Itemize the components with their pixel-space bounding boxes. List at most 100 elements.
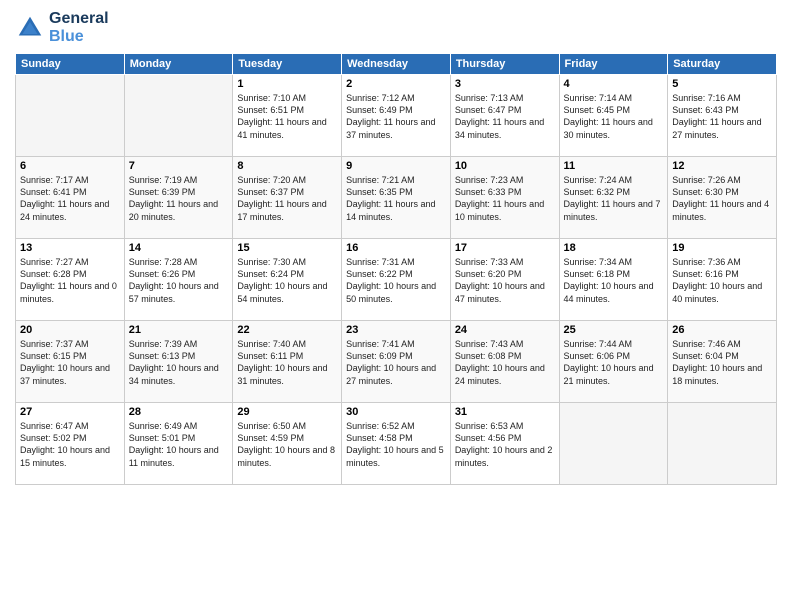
calendar-cell: 23 Sunrise: 7:41 AMSunset: 6:09 PMDayligh… [342,321,451,403]
week-row-1: 1Sunrise: 7:10 AMSunset: 6:51 PMDaylight… [16,75,777,157]
header: General Blue [15,10,777,45]
day-detail: Sunrise: 7:44 AMSunset: 6:06 PMDaylight:… [564,338,664,387]
calendar-cell [668,403,777,485]
day-number: 13 [20,242,120,254]
day-detail: Sunrise: 6:53 AMSunset: 4:56 PMDaylight:… [455,420,555,469]
weekday-header-wednesday: Wednesday [342,54,451,75]
day-number: 31 [455,406,555,418]
calendar-cell [124,75,233,157]
day-number: 14 [129,242,229,254]
calendar-cell: 18 Sunrise: 7:34 AMSunset: 6:18 PMDayligh… [559,239,668,321]
calendar-cell: 17 Sunrise: 7:33 AMSunset: 6:20 PMDayligh… [450,239,559,321]
day-detail: Sunrise: 7:23 AMSunset: 6:33 PMDaylight:… [455,174,555,223]
calendar-cell: 16Sunrise: 7:31 AMSunset: 6:22 PMDayligh… [342,239,451,321]
calendar-cell: 5 Sunrise: 7:16 AMSunset: 6:43 PMDaylight… [668,75,777,157]
day-detail: Sunrise: 7:24 AMSunset: 6:32 PMDaylight:… [564,174,664,223]
day-number: 30 [346,406,446,418]
day-detail: Sunrise: 7:41 AMSunset: 6:09 PMDaylight:… [346,338,446,387]
day-number: 22 [237,324,337,336]
day-detail: Sunrise: 7:16 AMSunset: 6:43 PMDaylight:… [672,92,772,141]
day-number: 6 [20,160,120,172]
day-detail: Sunrise: 7:12 AMSunset: 6:49 PMDaylight:… [346,92,446,141]
day-detail: Sunrise: 6:52 AMSunset: 4:58 PMDaylight:… [346,420,446,469]
day-detail: Sunrise: 7:13 AMSunset: 6:47 PMDaylight:… [455,92,555,141]
calendar-cell: 6 Sunrise: 7:17 AMSunset: 6:41 PMDaylight… [16,157,125,239]
day-number: 8 [237,160,337,172]
weekday-header-row: SundayMondayTuesdayWednesdayThursdayFrid… [16,54,777,75]
week-row-5: 27 Sunrise: 6:47 AMSunset: 5:02 PMDayligh… [16,403,777,485]
calendar-table: SundayMondayTuesdayWednesdayThursdayFrid… [15,53,777,485]
day-detail: Sunrise: 7:21 AMSunset: 6:35 PMDaylight:… [346,174,446,223]
calendar-cell: 31 Sunrise: 6:53 AMSunset: 4:56 PMDayligh… [450,403,559,485]
calendar-cell: 10Sunrise: 7:23 AMSunset: 6:33 PMDayligh… [450,157,559,239]
day-number: 7 [129,160,229,172]
page: General Blue SundayMondayTuesdayWednesda… [0,0,792,612]
weekday-header-sunday: Sunday [16,54,125,75]
day-number: 18 [564,242,664,254]
calendar-cell: 4Sunrise: 7:14 AMSunset: 6:45 PMDaylight… [559,75,668,157]
calendar-cell: 29 Sunrise: 6:50 AMSunset: 4:59 PMDayligh… [233,403,342,485]
week-row-2: 6 Sunrise: 7:17 AMSunset: 6:41 PMDaylight… [16,157,777,239]
day-detail: Sunrise: 6:47 AMSunset: 5:02 PMDaylight:… [20,420,120,469]
day-detail: Sunrise: 7:17 AMSunset: 6:41 PMDaylight:… [20,174,120,223]
day-number: 21 [129,324,229,336]
weekday-header-monday: Monday [124,54,233,75]
day-detail: Sunrise: 7:10 AMSunset: 6:51 PMDaylight:… [237,92,337,141]
day-detail: Sunrise: 7:19 AMSunset: 6:39 PMDaylight:… [129,174,229,223]
calendar-cell: 13 Sunrise: 7:27 AMSunset: 6:28 PMDayligh… [16,239,125,321]
logo: General Blue [15,10,109,45]
weekday-header-thursday: Thursday [450,54,559,75]
calendar-cell: 27 Sunrise: 6:47 AMSunset: 5:02 PMDayligh… [16,403,125,485]
calendar-cell [559,403,668,485]
calendar-cell: 15 Sunrise: 7:30 AMSunset: 6:24 PMDayligh… [233,239,342,321]
calendar-cell: 14 Sunrise: 7:28 AMSunset: 6:26 PMDayligh… [124,239,233,321]
day-detail: Sunrise: 6:50 AMSunset: 4:59 PMDaylight:… [237,420,337,469]
day-number: 25 [564,324,664,336]
calendar-cell: 19Sunrise: 7:36 AMSunset: 6:16 PMDayligh… [668,239,777,321]
calendar-cell: 25 Sunrise: 7:44 AMSunset: 6:06 PMDayligh… [559,321,668,403]
day-detail: Sunrise: 7:33 AMSunset: 6:20 PMDaylight:… [455,256,555,305]
calendar-cell: 28Sunrise: 6:49 AMSunset: 5:01 PMDayligh… [124,403,233,485]
weekday-header-friday: Friday [559,54,668,75]
day-number: 27 [20,406,120,418]
day-number: 11 [564,160,664,172]
day-number: 28 [129,406,229,418]
day-number: 17 [455,242,555,254]
day-detail: Sunrise: 7:20 AMSunset: 6:37 PMDaylight:… [237,174,337,223]
calendar-cell: 12Sunrise: 7:26 AMSunset: 6:30 PMDayligh… [668,157,777,239]
weekday-header-tuesday: Tuesday [233,54,342,75]
day-detail: Sunrise: 7:31 AMSunset: 6:22 PMDaylight:… [346,256,446,305]
calendar-cell: 21Sunrise: 7:39 AMSunset: 6:13 PMDayligh… [124,321,233,403]
day-detail: Sunrise: 7:30 AMSunset: 6:24 PMDaylight:… [237,256,337,305]
day-detail: Sunrise: 7:28 AMSunset: 6:26 PMDaylight:… [129,256,229,305]
week-row-3: 13 Sunrise: 7:27 AMSunset: 6:28 PMDayligh… [16,239,777,321]
calendar-cell: 8 Sunrise: 7:20 AMSunset: 6:37 PMDaylight… [233,157,342,239]
calendar-cell: 3 Sunrise: 7:13 AMSunset: 6:47 PMDaylight… [450,75,559,157]
calendar-cell [16,75,125,157]
day-detail: Sunrise: 7:27 AMSunset: 6:28 PMDaylight:… [20,256,120,305]
day-detail: Sunrise: 7:37 AMSunset: 6:15 PMDaylight:… [20,338,120,387]
day-number: 4 [564,78,664,90]
week-row-4: 20Sunrise: 7:37 AMSunset: 6:15 PMDayligh… [16,321,777,403]
day-number: 2 [346,78,446,90]
calendar-cell: 24Sunrise: 7:43 AMSunset: 6:08 PMDayligh… [450,321,559,403]
calendar-cell: 9 Sunrise: 7:21 AMSunset: 6:35 PMDaylight… [342,157,451,239]
day-detail: Sunrise: 7:40 AMSunset: 6:11 PMDaylight:… [237,338,337,387]
day-detail: Sunrise: 7:46 AMSunset: 6:04 PMDaylight:… [672,338,772,387]
day-number: 24 [455,324,555,336]
day-number: 9 [346,160,446,172]
day-number: 15 [237,242,337,254]
day-number: 12 [672,160,772,172]
calendar-cell: 22 Sunrise: 7:40 AMSunset: 6:11 PMDayligh… [233,321,342,403]
calendar-cell: 20Sunrise: 7:37 AMSunset: 6:15 PMDayligh… [16,321,125,403]
day-number: 3 [455,78,555,90]
calendar-cell: 11 Sunrise: 7:24 AMSunset: 6:32 PMDayligh… [559,157,668,239]
logo-text: General Blue [49,10,109,45]
day-detail: Sunrise: 7:34 AMSunset: 6:18 PMDaylight:… [564,256,664,305]
day-number: 5 [672,78,772,90]
day-number: 23 [346,324,446,336]
day-number: 29 [237,406,337,418]
logo-icon [15,13,45,43]
calendar-cell: 7 Sunrise: 7:19 AMSunset: 6:39 PMDaylight… [124,157,233,239]
calendar-cell: 1Sunrise: 7:10 AMSunset: 6:51 PMDaylight… [233,75,342,157]
